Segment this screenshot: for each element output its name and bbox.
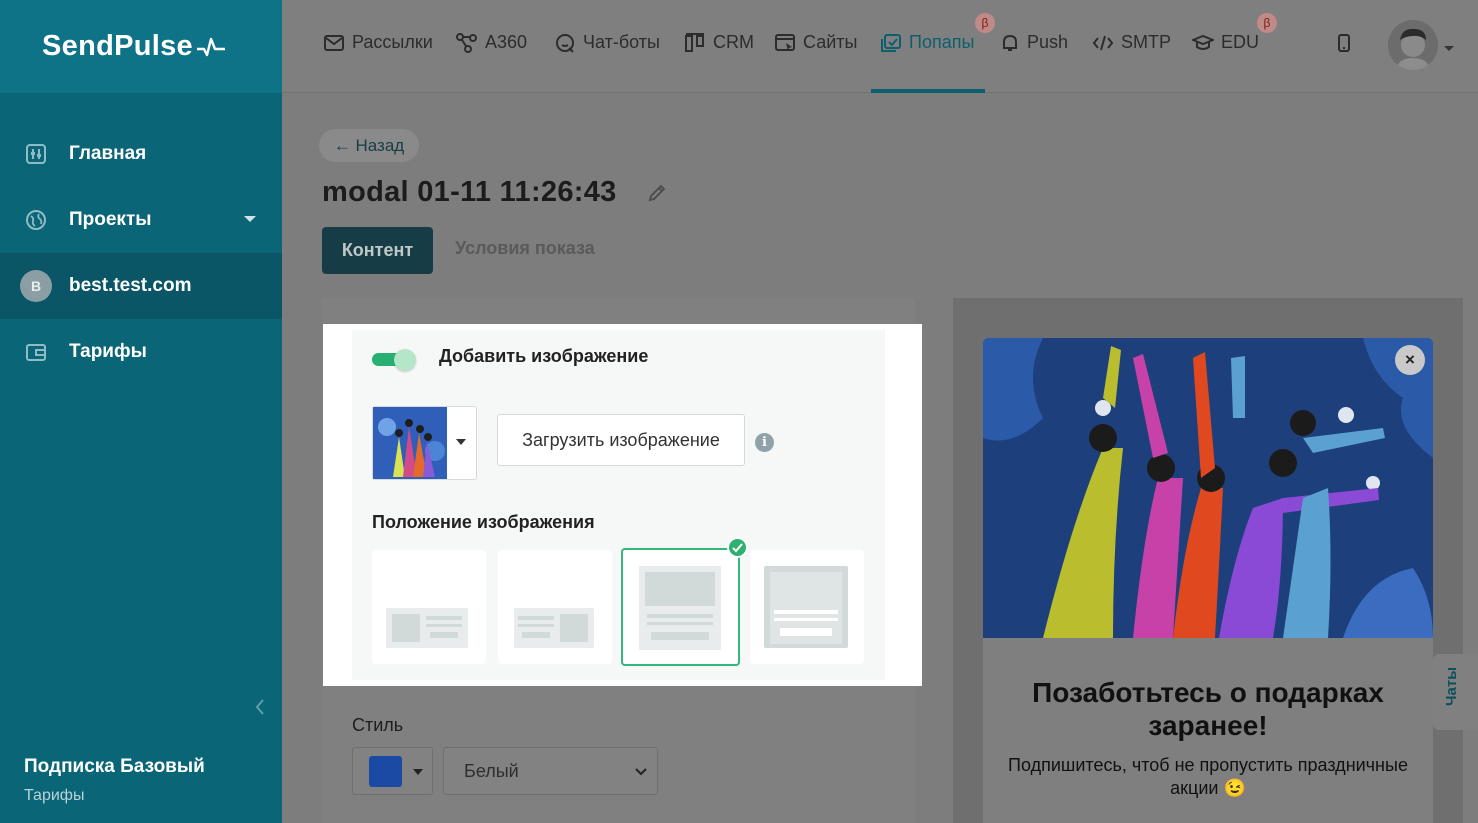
topnav-label: Сайты [803, 32, 858, 52]
logo[interactable]: SendPulse [0, 0, 282, 93]
sidebar-item-label: Тарифы [69, 341, 147, 362]
page-title: modal 01-11 11:26:43 [322, 176, 617, 208]
pulse-icon [196, 37, 225, 56]
popup-icon [881, 33, 901, 52]
chevron-down-icon [456, 439, 466, 445]
topnav-item-popups[interactable]: Попапы [880, 32, 974, 53]
position-option-background[interactable] [750, 550, 864, 664]
position-option-left[interactable] [372, 550, 486, 664]
upload-image-button[interactable]: Загрузить изображение [497, 414, 745, 466]
topnav-label: Чат-боты [583, 32, 660, 52]
add-image-label: Добавить изображение [439, 346, 649, 366]
sidebar-item-home[interactable]: Главная [0, 121, 282, 187]
plan-link[interactable]: Тарифы [24, 787, 205, 805]
sidebar-item-site[interactable]: B best.test.com [0, 253, 282, 319]
topnav-label: Попапы [909, 32, 975, 52]
topnav-label: EDU [1221, 32, 1260, 52]
plan-title: Подписка Базовый [24, 756, 205, 777]
tab-display-conditions[interactable]: Условия показа [455, 238, 595, 259]
workflow-icon [456, 32, 477, 53]
topnav-item-a360[interactable]: A360 [456, 32, 527, 53]
logo-text: SendPulse [42, 30, 193, 62]
popup-subtext: Подпишитесь, чтоб не пропустить празднич… [1008, 755, 1408, 798]
crm-icon [685, 32, 704, 52]
topnav-item-sites[interactable]: Сайты [774, 32, 857, 53]
image-thumbnail [373, 407, 447, 479]
code-icon [1092, 35, 1114, 50]
style-label: Стиль [352, 715, 404, 735]
beta-badge: β [1257, 13, 1277, 33]
edit-title-icon[interactable] [647, 183, 667, 208]
chevron-down-icon [635, 768, 647, 776]
info-icon[interactable]: i [755, 433, 774, 452]
topnav-label: A360 [485, 32, 528, 52]
globe-icon [24, 208, 48, 232]
back-button[interactable]: ← Назад [319, 129, 419, 162]
collapse-sidebar-icon[interactable] [254, 697, 266, 722]
graduation-cap-icon [1192, 34, 1214, 50]
topnav-label: Рассылки [352, 32, 433, 52]
dashboard-icon [24, 142, 48, 166]
top-navigation: Рассылки A360 Чат-боты CRM Сайты Попапы … [282, 0, 1478, 93]
topnav-label: Push [1027, 32, 1069, 52]
topnav-label: SMTP [1121, 32, 1172, 52]
bell-icon [1003, 34, 1017, 51]
sidebar-item-label: Главная [69, 143, 147, 164]
topnav-item-campaigns[interactable]: Рассылки [323, 32, 433, 53]
add-image-toggle[interactable] [372, 349, 416, 371]
beta-badge: β [975, 13, 995, 33]
plan-info: Подписка Базовый Тарифы [24, 756, 205, 805]
topnav-item-edu[interactable]: EDU [1192, 32, 1259, 53]
sidebar: SendPulse Главная Проекты B best.test.co… [0, 0, 282, 823]
chevron-down-icon [244, 216, 256, 222]
chat-widget-label: Чаты [1443, 666, 1460, 706]
popup-headline: Позаботьтесь о подарках заранее! [1032, 677, 1384, 741]
topnav-item-chatbots[interactable]: Чат-боты [554, 32, 660, 53]
active-tab-indicator [871, 89, 985, 93]
chat-widget-tab[interactable]: Чаты [1433, 654, 1478, 730]
site-avatar: B [20, 270, 52, 302]
theme-select-value: Белый [464, 760, 519, 781]
sidebar-item-projects[interactable]: Проекты [0, 187, 282, 253]
mail-icon [324, 34, 344, 51]
chatbot-icon [556, 33, 574, 53]
topnav-item-smtp[interactable]: SMTP [1092, 32, 1171, 53]
popup-image [983, 338, 1433, 638]
sidebar-item-pricing[interactable]: Тарифы [0, 319, 282, 385]
popup-preview: Позаботьтесь о подарках заранее! Подпиши… [983, 338, 1433, 823]
wallet-icon [24, 340, 48, 364]
image-position-label: Положение изображения [372, 512, 595, 532]
color-picker[interactable] [352, 747, 433, 795]
color-swatch [369, 756, 402, 787]
sidebar-item-label: Проекты [69, 209, 152, 230]
tab-content[interactable]: Контент [322, 227, 433, 274]
image-select[interactable] [372, 406, 477, 480]
chevron-down-icon[interactable] [1444, 46, 1454, 51]
sidebar-item-label: best.test.com [69, 275, 192, 296]
user-avatar[interactable] [1388, 20, 1438, 70]
topnav-item-push[interactable]: Push [1000, 32, 1068, 53]
toggle-knob [394, 349, 416, 371]
topnav-label: CRM [713, 32, 754, 52]
position-option-right[interactable] [498, 550, 612, 664]
mobile-icon[interactable] [1337, 33, 1351, 58]
close-icon[interactable]: × [1395, 345, 1425, 375]
sites-icon [775, 33, 795, 51]
chevron-down-icon [413, 769, 423, 775]
position-option-top[interactable] [621, 548, 740, 666]
theme-select[interactable]: Белый [443, 747, 658, 795]
topnav-item-crm[interactable]: CRM [684, 32, 754, 53]
selected-check-icon [727, 537, 748, 558]
